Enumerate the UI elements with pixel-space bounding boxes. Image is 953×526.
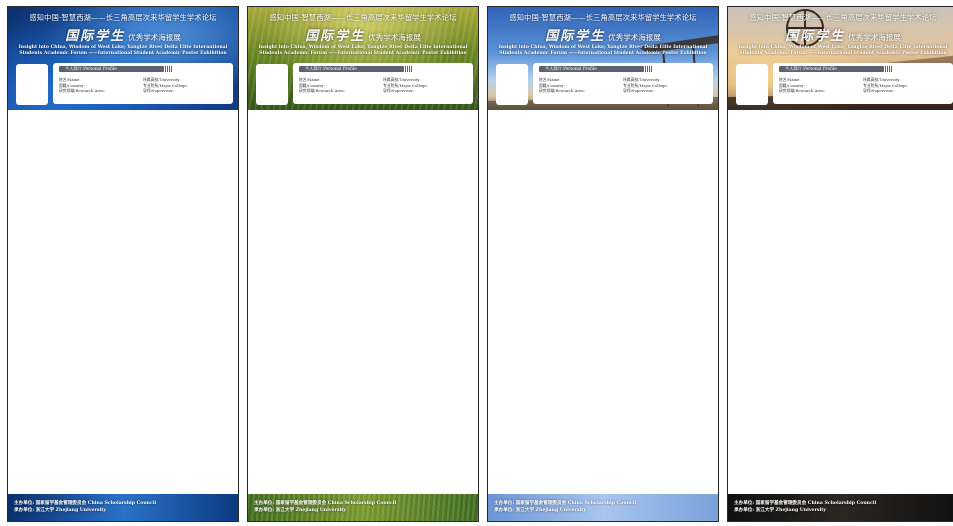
profile-tab-label: 个人简介 Personal Profile [65, 66, 117, 71]
profile-tab-label: 个人简介 Personal Profile [305, 66, 357, 71]
exhibition-title: 国际学生 优秀学术海报展 [8, 25, 238, 44]
profile-tab-label: 个人简介 Personal Profile [785, 66, 837, 71]
poster-footer: 主办单位: 国家留学基金管理委员会 China Scholarship Coun… [488, 494, 718, 521]
exhibition-title-sub: 优秀学术海报展 [128, 33, 181, 42]
footer-host: 承办单位: 浙江大学 Zhejiang University [14, 508, 107, 513]
forum-title-en: Insight into China, Wisdom of West Lake;… [18, 45, 228, 56]
profile-card: 个人简介 Personal Profile 姓名/Name: 国籍/Countr… [53, 63, 233, 104]
profile-card: 个人简介 Personal Profile 姓名/Name: 国籍/Countr… [293, 63, 473, 104]
footer-organizer: 主办单位: 国家留学基金管理委员会 China Scholarship Coun… [494, 501, 637, 506]
field-supervisor: 导师/Supervisor: [143, 88, 175, 94]
poster-header: 感知中国·智慧西湖——长三角高层次来华留学生学术论坛 国际学生 优秀学术海报展 I… [728, 7, 953, 110]
profile-fields-left: 姓名/Name: 国籍/Country: 研究领域/Research Area: [59, 77, 141, 94]
exhibition-title-main: 国际学生 [305, 29, 366, 44]
poster-footer: 主办单位: 国家留学基金管理委员会 China Scholarship Coun… [248, 494, 478, 521]
exhibition-title: 国际学生 优秀学术海报展 [488, 25, 718, 44]
profile-tab: 个人简介 Personal Profile [299, 66, 413, 72]
forum-title-en: Insight into China, Wisdom of West Lake;… [258, 45, 468, 56]
profile-tab: 个人简介 Personal Profile [779, 66, 893, 72]
profile-card: 个人简介 Personal Profile 姓名/Name: 国籍/Countr… [773, 63, 953, 104]
exhibition-title-sub: 优秀学术海报展 [608, 33, 661, 42]
poster-template-sunset: 感知中国·智慧西湖——长三角高层次来华留学生学术论坛 国际学生 优秀学术海报展 I… [727, 6, 953, 522]
poster-template-blue: 感知中国·智慧西湖——长三角高层次来华留学生学术论坛 国际学生 优秀学术海报展 I… [7, 6, 239, 522]
barcode-deco [405, 66, 413, 72]
footer-organizer: 主办单位: 国家留学基金管理委员会 China Scholarship Coun… [254, 501, 397, 506]
profile-fields-right: 所属高校/University: 专业院系/Major College: 导师/… [623, 77, 705, 94]
forum-title-cn: 感知中国·智慧西湖——长三角高层次来华留学生学术论坛 [509, 13, 697, 22]
profile-fields-left: 姓名/Name: 国籍/Country: 研究领域/Research Area: [299, 77, 381, 94]
footer-host: 承办单位: 浙江大学 Zhejiang University [734, 508, 827, 513]
forum-title-cn: 感知中国·智慧西湖——长三角高层次来华留学生学术论坛 [29, 13, 217, 22]
footer-organizer: 主办单位: 国家留学基金管理委员会 China Scholarship Coun… [14, 501, 157, 506]
exhibition-title-sub: 优秀学术海报展 [368, 33, 421, 42]
exhibition-title-main: 国际学生 [785, 29, 846, 44]
barcode-deco [165, 66, 173, 72]
poster-template-sky: 感知中国·智慧西湖——长三角高层次来华留学生学术论坛 国际学生 优秀学术海报展 I… [487, 6, 719, 522]
poster-template-green: 感知中国·智慧西湖——长三角高层次来华留学生学术论坛 国际学生 优秀学术海报展 I… [247, 6, 479, 522]
forum-title-cn: 感知中国·智慧西湖——长三角高层次来华留学生学术论坛 [749, 13, 937, 22]
photo-placeholder [16, 64, 48, 105]
field-research-area: 研究领域/Research Area: [59, 88, 105, 94]
profile-fields-left: 姓名/Name: 国籍/Country: 研究领域/Research Area: [539, 77, 621, 94]
field-research-area: 研究领域/Research Area: [779, 88, 825, 94]
footer-credits: 主办单位: 国家留学基金管理委员会 China Scholarship Coun… [734, 500, 876, 514]
field-supervisor: 导师/Supervisor: [383, 88, 415, 94]
exhibition-title: 国际学生 优秀学术海报展 [248, 25, 478, 44]
field-supervisor: 导师/Supervisor: [623, 88, 655, 94]
photo-placeholder [496, 64, 528, 105]
photo-placeholder [736, 64, 768, 105]
exhibition-title-main: 国际学生 [545, 29, 606, 44]
profile-fields-right: 所属高校/University: 专业院系/Major College: 导师/… [863, 77, 945, 94]
footer-credits: 主办单位: 国家留学基金管理委员会 China Scholarship Coun… [494, 500, 636, 514]
footer-credits: 主办单位: 国家留学基金管理委员会 China Scholarship Coun… [14, 500, 156, 514]
profile-tab: 个人简介 Personal Profile [539, 66, 653, 72]
footer-host: 承办单位: 浙江大学 Zhejiang University [494, 508, 587, 513]
footer-credits: 主办单位: 国家留学基金管理委员会 China Scholarship Coun… [254, 500, 396, 514]
poster-footer: 主办单位: 国家留学基金管理委员会 China Scholarship Coun… [728, 494, 953, 521]
field-supervisor: 导师/Supervisor: [863, 88, 895, 94]
poster-footer: 主办单位: 国家留学基金管理委员会 China Scholarship Coun… [8, 494, 238, 521]
field-research-area: 研究领域/Research Area: [299, 88, 345, 94]
barcode-deco [885, 66, 893, 72]
footer-organizer: 主办单位: 国家留学基金管理委员会 China Scholarship Coun… [734, 501, 877, 506]
profile-fields-right: 所属高校/University: 专业院系/Major College: 导师/… [383, 77, 465, 94]
exhibition-title: 国际学生 优秀学术海报展 [728, 25, 953, 44]
profile-card: 个人简介 Personal Profile 姓名/Name: 国籍/Countr… [533, 63, 713, 104]
exhibition-title-main: 国际学生 [65, 29, 126, 44]
profile-fields-right: 所属高校/University: 专业院系/Major College: 导师/… [143, 77, 225, 94]
forum-title-cn: 感知中国·智慧西湖——长三角高层次来华留学生学术论坛 [269, 13, 457, 22]
barcode-deco [645, 66, 653, 72]
footer-host: 承办单位: 浙江大学 Zhejiang University [254, 508, 347, 513]
poster-header: 感知中国·智慧西湖——长三角高层次来华留学生学术论坛 国际学生 优秀学术海报展 I… [488, 7, 718, 110]
forum-title-en: Insight into China, Wisdom of West Lake;… [738, 45, 948, 56]
photo-placeholder [256, 64, 288, 105]
poster-header: 感知中国·智慧西湖——长三角高层次来华留学生学术论坛 国际学生 优秀学术海报展 I… [8, 7, 238, 110]
field-research-area: 研究领域/Research Area: [539, 88, 585, 94]
profile-tab: 个人简介 Personal Profile [59, 66, 173, 72]
profile-tab-label: 个人简介 Personal Profile [545, 66, 597, 71]
exhibition-title-sub: 优秀学术海报展 [848, 33, 901, 42]
profile-fields-left: 姓名/Name: 国籍/Country: 研究领域/Research Area: [779, 77, 861, 94]
poster-header: 感知中国·智慧西湖——长三角高层次来华留学生学术论坛 国际学生 优秀学术海报展 I… [248, 7, 478, 110]
forum-title-en: Insight into China, Wisdom of West Lake;… [498, 45, 708, 56]
